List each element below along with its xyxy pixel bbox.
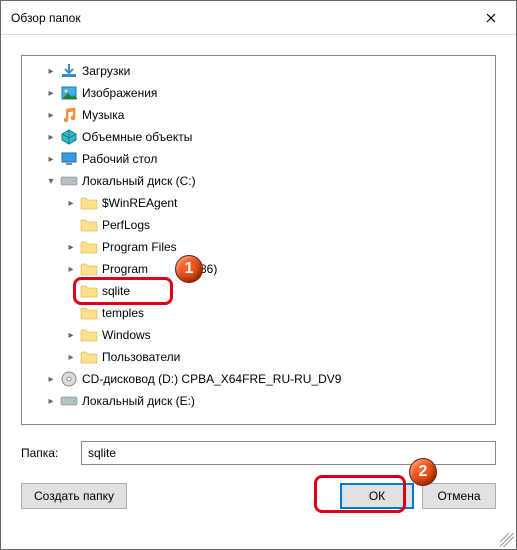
downloads-icon xyxy=(60,62,78,80)
expand-arrow-icon[interactable]: ▾ xyxy=(44,174,58,188)
window-title: Обзор папок xyxy=(11,11,81,25)
titlebar: Обзор папок xyxy=(1,1,516,35)
tree-item-label: Музыка xyxy=(82,108,124,122)
tree-item-label: Загрузки xyxy=(82,64,130,78)
folder-icon xyxy=(80,282,98,300)
expand-arrow-icon[interactable]: ▸ xyxy=(44,64,58,78)
ok-button[interactable]: ОК xyxy=(340,483,414,509)
tree-item-label: sqlite xyxy=(102,284,130,298)
folder-icon xyxy=(80,238,98,256)
expand-arrow-icon[interactable]: ▸ xyxy=(64,240,78,254)
close-icon xyxy=(486,13,496,23)
tree-item-label: Windows xyxy=(102,328,151,342)
browse-folders-dialog: Обзор папок ▸ Загрузки ▸ Изображения ▸ Музыка… xyxy=(0,0,517,550)
tree-item-label: Локальный диск (C:) xyxy=(82,174,196,188)
expand-arrow-icon[interactable]: ▸ xyxy=(44,86,58,100)
tree-item-label: $WinREAgent xyxy=(102,196,177,210)
tree-item[interactable]: sqlite xyxy=(24,280,493,302)
create-folder-button[interactable]: Создать папку xyxy=(21,483,127,509)
folder-icon xyxy=(80,260,98,278)
folder-input[interactable] xyxy=(81,441,496,465)
tree-item[interactable]: ▸ Музыка xyxy=(24,104,493,126)
tree-item[interactable]: ▸ CD-дисковод (D:) CPBA_X64FRE_RU-RU_DV9 xyxy=(24,368,493,390)
resize-grip[interactable] xyxy=(500,533,514,547)
folder-icon xyxy=(80,194,98,212)
expand-arrow-icon[interactable]: ▸ xyxy=(44,152,58,166)
tree-item-label: PerfLogs xyxy=(102,218,150,232)
tree-item[interactable]: PerfLogs xyxy=(24,214,493,236)
expand-arrow-icon[interactable]: ▸ xyxy=(64,328,78,342)
tree-item-label: Локальный диск (E:) xyxy=(82,394,195,408)
tree-item[interactable]: ▸ Загрузки xyxy=(24,60,493,82)
tree-item-label: Рабочий стол xyxy=(82,152,157,166)
folder-tree[interactable]: ▸ Загрузки ▸ Изображения ▸ Музыка ▸ Объемные об… xyxy=(21,55,496,425)
button-row: Создать папку ОК Отмена 2 xyxy=(21,483,496,509)
tree-item-label-suffix: (x86) xyxy=(190,262,217,276)
expand-arrow-icon[interactable]: ▸ xyxy=(64,350,78,364)
drive-icon xyxy=(60,172,78,190)
objects3d-icon xyxy=(60,128,78,146)
tree-item[interactable]: ▸ Пользователи xyxy=(24,346,493,368)
tree-item[interactable]: ▸ Локальный диск (E:) xyxy=(24,390,493,412)
tree-item-label: Изображения xyxy=(82,86,157,100)
tree-item-label: CD-дисковод (D:) CPBA_X64FRE_RU-RU_DV9 xyxy=(82,372,341,386)
tree-item-label: Program xyxy=(102,262,148,276)
dialog-body: ▸ Загрузки ▸ Изображения ▸ Музыка ▸ Объемные об… xyxy=(1,35,516,549)
music-icon xyxy=(60,106,78,124)
tree-item[interactable]: ▾ Локальный диск (C:) xyxy=(24,170,493,192)
tree-item[interactable]: ▸ Program (x86) xyxy=(24,258,493,280)
drive-icon xyxy=(60,392,78,410)
folder-path-row: Папка: xyxy=(21,441,496,465)
expand-arrow-icon[interactable]: ▸ xyxy=(44,108,58,122)
tree-item-label: Program Files xyxy=(102,240,177,254)
folder-icon xyxy=(80,326,98,344)
tree-item[interactable]: ▸ Рабочий стол xyxy=(24,148,493,170)
desktop-icon xyxy=(60,150,78,168)
expand-arrow-icon[interactable]: ▸ xyxy=(44,130,58,144)
tree-item-label: Объемные объекты xyxy=(82,130,192,144)
cancel-button[interactable]: Отмена xyxy=(422,483,496,509)
tree-item[interactable]: ▸ Program Files xyxy=(24,236,493,258)
tree-item[interactable]: ▸ Изображения xyxy=(24,82,493,104)
tree-item[interactable]: temples xyxy=(24,302,493,324)
tree-item[interactable]: ▸ $WinREAgent xyxy=(24,192,493,214)
expand-arrow-icon[interactable]: ▸ xyxy=(64,196,78,210)
tree-item-label: Пользователи xyxy=(102,350,180,364)
folder-label: Папка: xyxy=(21,446,73,460)
pictures-icon xyxy=(60,84,78,102)
expand-arrow-icon[interactable]: ▸ xyxy=(44,372,58,386)
folder-icon xyxy=(80,348,98,366)
folder-icon xyxy=(80,304,98,322)
folder-icon xyxy=(80,216,98,234)
expand-arrow-icon[interactable]: ▸ xyxy=(64,262,78,276)
tree-item[interactable]: ▸ Windows xyxy=(24,324,493,346)
expand-arrow-icon[interactable]: ▸ xyxy=(44,394,58,408)
tree-item[interactable]: ▸ Объемные объекты xyxy=(24,126,493,148)
dvd-icon xyxy=(60,370,78,388)
close-button[interactable] xyxy=(468,2,514,34)
tree-item-label: temples xyxy=(102,306,144,320)
